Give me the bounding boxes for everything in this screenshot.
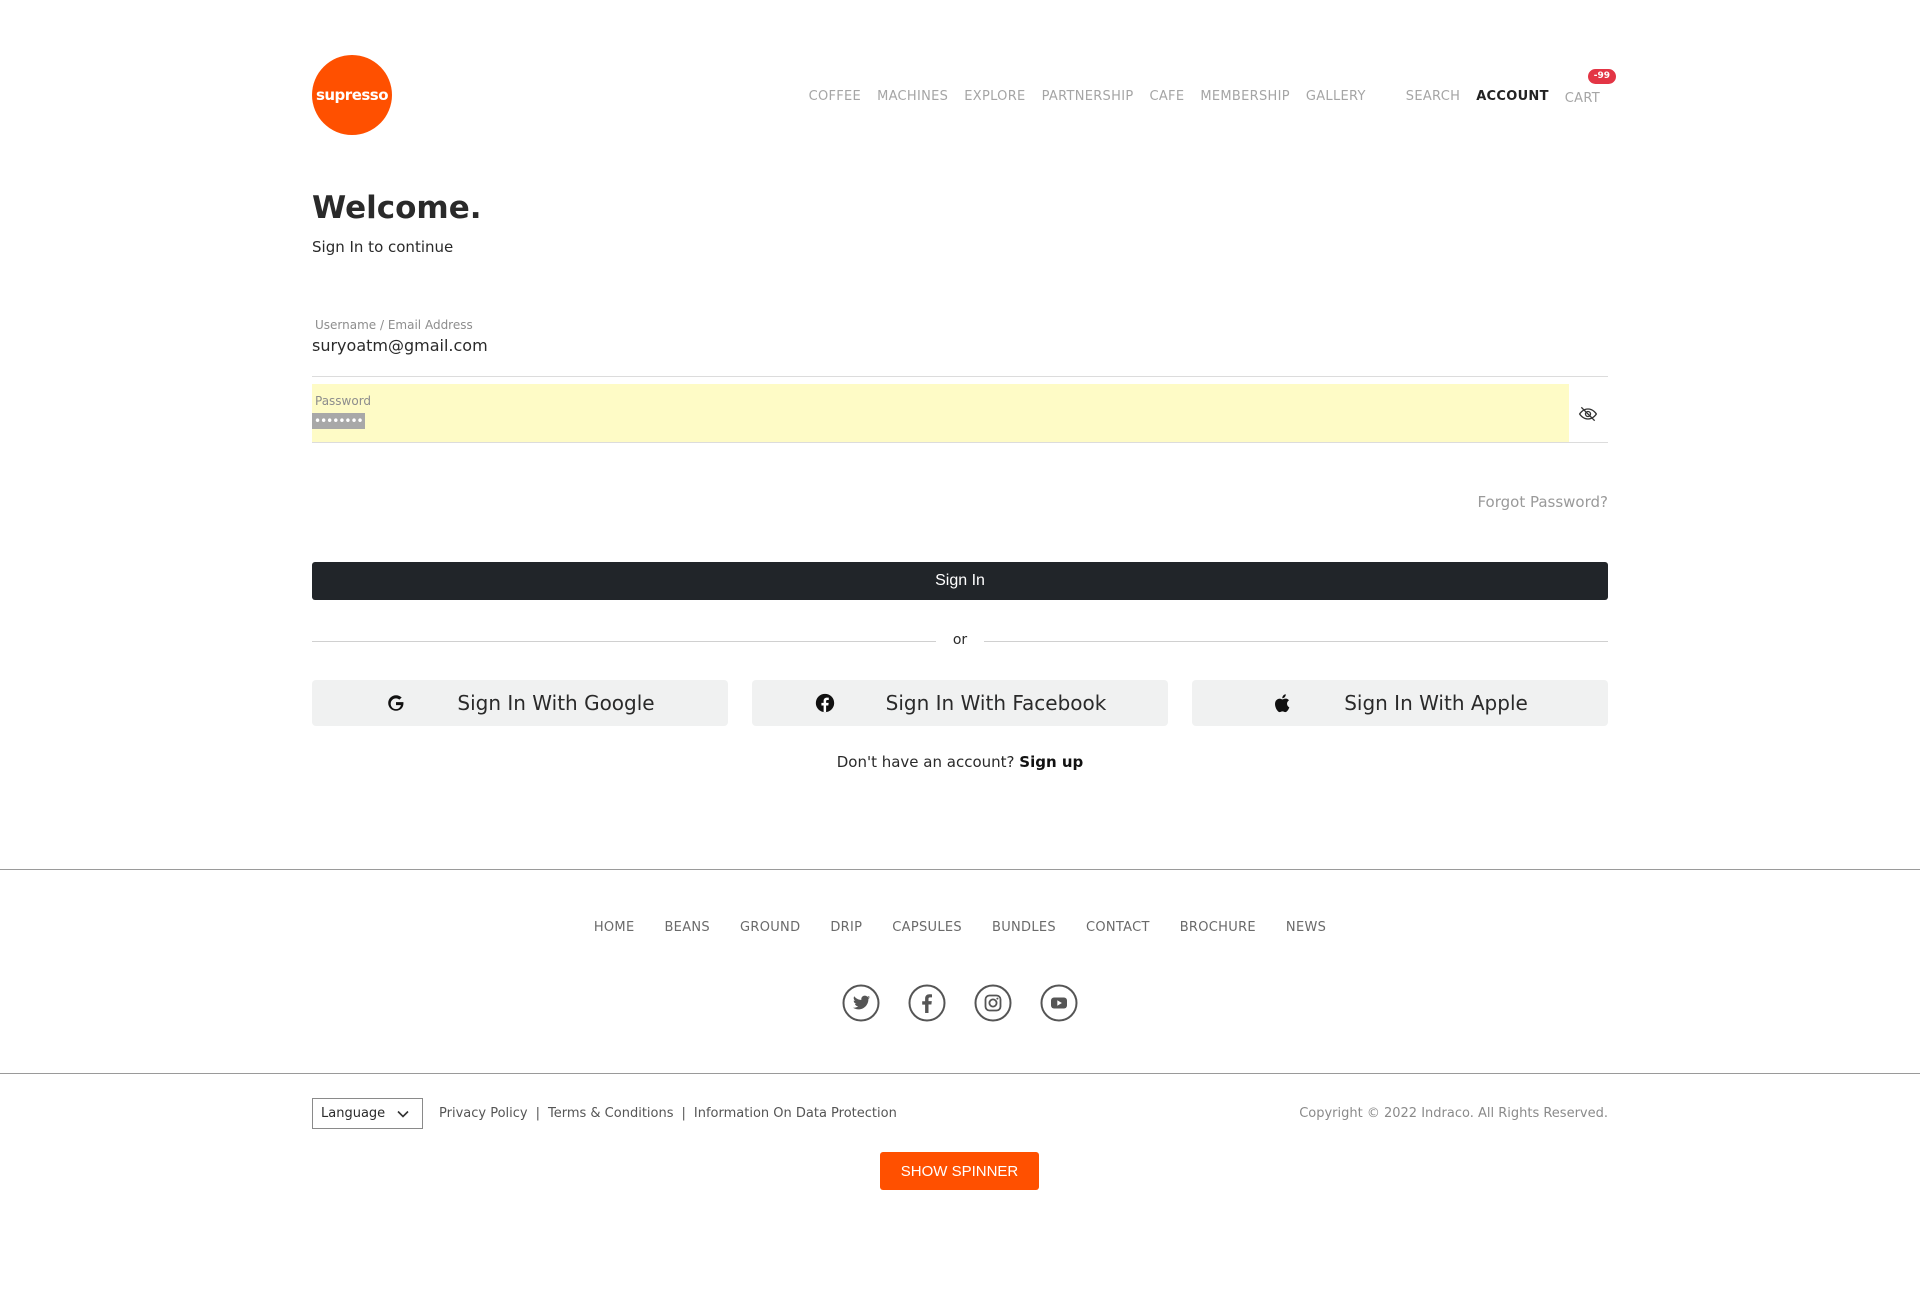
- nav-item-gallery[interactable]: GALLERY: [1306, 89, 1366, 104]
- username-label: Username / Email Address: [315, 318, 473, 332]
- footer-nav-bundles[interactable]: BUNDLES: [992, 920, 1056, 935]
- facebook-signin-label: Sign In With Facebook: [885, 691, 1107, 715]
- signup-prompt-text: Don't have an account?: [836, 753, 1015, 771]
- google-icon: [388, 695, 405, 711]
- copyright-text: Copyright © 2022 Indraco. All Rights Res…: [1299, 1106, 1608, 1121]
- password-label: Password: [315, 394, 372, 408]
- nav-item-partnership[interactable]: PARTNERSHIP: [1042, 89, 1134, 104]
- signin-form: Welcome. Sign In to continue Username / …: [312, 190, 1608, 771]
- username-field[interactable]: Username / Email Address suryoatm@gmail.…: [312, 318, 1608, 377]
- footer-nav-beans[interactable]: BEANS: [664, 920, 710, 935]
- main-nav: COFFEE MACHINES EXPLORE PARTNERSHIP CAFE…: [793, 69, 1616, 106]
- footer-bottom-bar: Language Privacy Policy | Terms & Condit…: [312, 1098, 1608, 1130]
- terms-link[interactable]: Terms & Conditions: [548, 1106, 674, 1121]
- footer-nav-news[interactable]: NEWS: [1286, 920, 1326, 935]
- footer-nav-home[interactable]: HOME: [594, 920, 635, 935]
- google-signin-label: Sign In With Google: [457, 691, 655, 715]
- username-input[interactable]: suryoatm@gmail.com: [312, 336, 1608, 355]
- chevron-down-icon: [397, 1110, 409, 1118]
- password-field[interactable]: Password ••••••••: [312, 384, 1608, 443]
- facebook-footer-icon[interactable]: [908, 984, 946, 1022]
- google-signin-button[interactable]: Sign In With Google: [312, 680, 728, 726]
- divider-line-right: [984, 641, 1608, 642]
- nav-item-cafe[interactable]: CAFE: [1149, 89, 1184, 104]
- apple-icon: [1275, 694, 1290, 713]
- signup-link[interactable]: Sign up: [1019, 753, 1083, 771]
- supresso-logo[interactable]: supresso: [312, 55, 392, 135]
- twitter-icon[interactable]: [842, 984, 880, 1022]
- facebook-signin-button[interactable]: Sign In With Facebook: [752, 680, 1168, 726]
- cart-link-wrap: CART -99: [1549, 69, 1616, 106]
- youtube-icon[interactable]: [1040, 984, 1078, 1022]
- nav-item-account[interactable]: ACCOUNT: [1476, 89, 1549, 104]
- legal-separator: |: [681, 1106, 686, 1121]
- site-header: supresso COFFEE MACHINES EXPLORE PARTNER…: [312, 55, 1616, 135]
- nav-item-coffee[interactable]: COFFEE: [809, 89, 862, 104]
- or-label: or: [952, 632, 968, 648]
- nav-item-search[interactable]: SEARCH: [1406, 89, 1460, 104]
- footer-nav: HOME BEANS GROUND DRIP CAPSULES BUNDLES …: [0, 920, 1920, 935]
- nav-item-membership[interactable]: MEMBERSHIP: [1200, 89, 1290, 104]
- footer-nav-capsules[interactable]: CAPSULES: [892, 920, 962, 935]
- instagram-icon[interactable]: [974, 984, 1012, 1022]
- eye-slash-icon[interactable]: [1578, 404, 1598, 424]
- data-protection-link[interactable]: Information On Data Protection: [694, 1106, 897, 1121]
- show-spinner-button[interactable]: SHOW SPINNER: [880, 1152, 1039, 1190]
- nav-item-machines[interactable]: MACHINES: [877, 89, 948, 104]
- or-divider: or: [312, 632, 1608, 652]
- signin-button[interactable]: Sign In: [312, 562, 1608, 600]
- nav-item-explore[interactable]: EXPLORE: [964, 89, 1025, 104]
- cart-count-badge: -99: [1587, 69, 1616, 84]
- footer-nav-contact[interactable]: CONTACT: [1086, 920, 1150, 935]
- page-subtitle: Sign In to continue: [312, 238, 454, 256]
- legal-separator: |: [535, 1106, 540, 1121]
- footer-divider-top: [0, 869, 1920, 870]
- page-title: Welcome.: [312, 190, 482, 226]
- privacy-policy-link[interactable]: Privacy Policy: [439, 1106, 528, 1121]
- password-input[interactable]: Password ••••••••: [312, 384, 1569, 442]
- forgot-password-link[interactable]: Forgot Password?: [1477, 493, 1608, 511]
- logo-text: supresso: [315, 86, 389, 104]
- language-select-label: Language: [321, 1106, 386, 1121]
- legal-links: Privacy Policy | Terms & Conditions | In…: [439, 1106, 897, 1121]
- footer-social-icons: [0, 984, 1920, 1022]
- footer-nav-drip[interactable]: DRIP: [830, 920, 862, 935]
- footer-divider-bottom: [0, 1073, 1920, 1074]
- nav-item-cart[interactable]: CART: [1565, 91, 1600, 106]
- apple-signin-button[interactable]: Sign In With Apple: [1192, 680, 1608, 726]
- facebook-icon: [815, 693, 834, 713]
- signup-prompt: Don't have an account? Sign up: [312, 753, 1608, 771]
- password-value: ••••••••: [312, 413, 365, 429]
- language-select[interactable]: Language: [312, 1098, 423, 1129]
- apple-signin-label: Sign In With Apple: [1344, 691, 1528, 715]
- footer-nav-ground[interactable]: GROUND: [740, 920, 800, 935]
- footer-nav-brochure[interactable]: BROCHURE: [1180, 920, 1256, 935]
- social-signin-row: Sign In With Google Sign In With Faceboo…: [312, 680, 1608, 726]
